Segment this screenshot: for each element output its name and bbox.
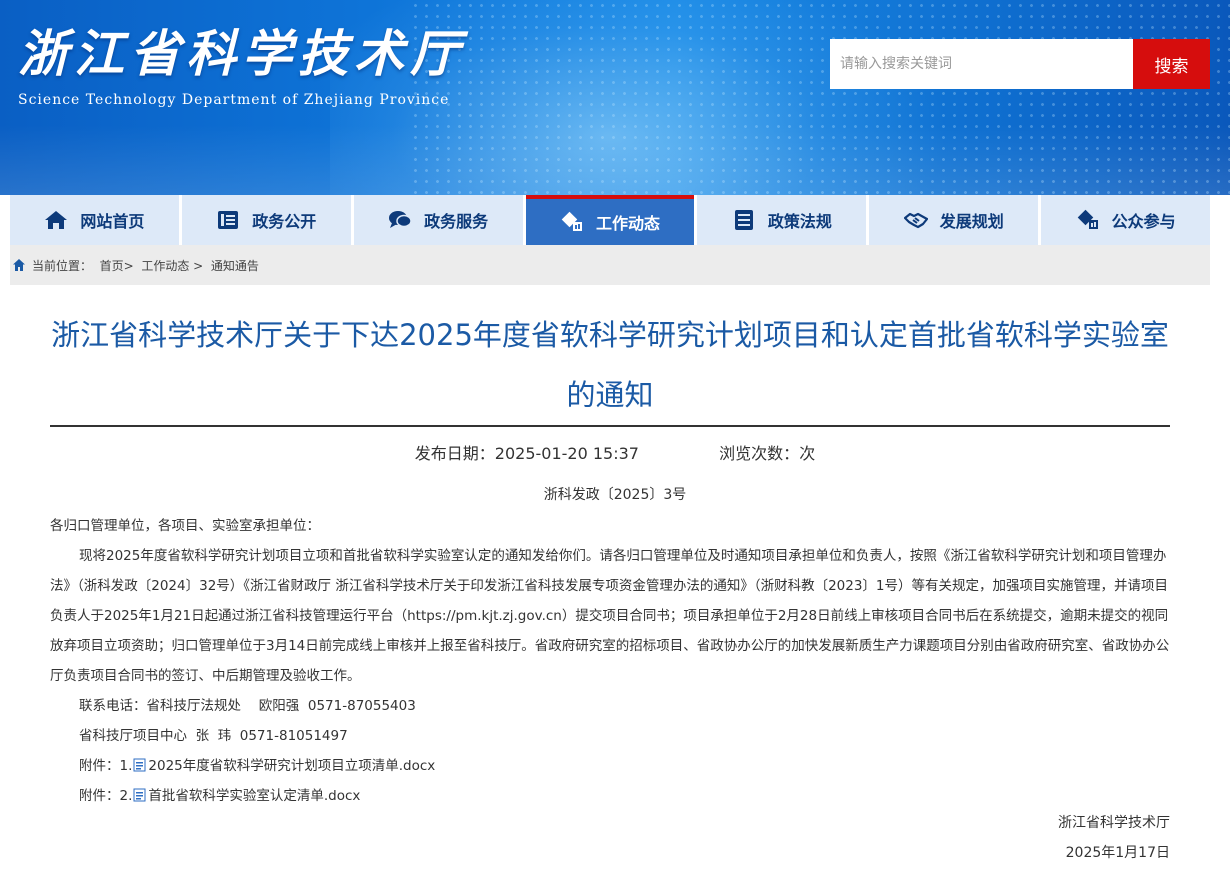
search-input[interactable] [830, 39, 1134, 89]
attachment-prefix: 附件：1. [79, 758, 133, 774]
view-count: 次 [799, 444, 816, 463]
nav-item-label: 政务公开 [252, 212, 317, 231]
doc-file-icon [133, 758, 146, 772]
home-icon [13, 259, 25, 271]
attachment-link[interactable]: 2025年度省软科学研究计划项目立项清单.docx [148, 758, 435, 774]
signer: 浙江省科学技术厅 [1058, 815, 1170, 831]
breadcrumb-current[interactable]: 通知通告 [211, 257, 259, 274]
contact-line-2: 省科技厅项目中心 张 玮 0571-81051497 [79, 728, 348, 744]
document-number: 浙科发政〔2025〕3号 [543, 487, 687, 503]
signature-block: 浙江省科学技术厅 2025年1月17日 [1058, 808, 1170, 868]
home-icon [45, 211, 68, 229]
site-logo-en: Science Technology Department of Zhejian… [18, 92, 450, 108]
publish-date-label: 发布日期： [414, 444, 495, 463]
body-paragraph: 现将2025年度省软科学研究计划项目立项和首批省软科学实验室认定的通知发给你们。… [50, 548, 1170, 684]
view-count-label: 浏览次数： [719, 444, 800, 463]
article-title: 浙江省科学技术厅关于下达2025年度省软科学研究计划项目和认定首批省软科学实验室… [51, 318, 1169, 412]
breadcrumb-link-home[interactable]: 首页> [100, 257, 134, 274]
nav-item-public-participation[interactable]: 公众参与 [1041, 195, 1211, 245]
nav-item-policies[interactable]: 政策法规 [697, 195, 867, 245]
site-logo-cn[interactable]: 浙江省科学技术厅 [18, 14, 466, 86]
list-icon [734, 210, 753, 230]
title-divider [50, 425, 1170, 427]
main-nav: 网站首页 政务公开 政务服务 工作动态 政策法规 发展规划 公众参与 [10, 195, 1211, 245]
nav-item-label: 政策法规 [767, 212, 832, 231]
attachment-1: 附件：1. 2025年度省软科学研究计划项目立项清单.docx [50, 751, 1170, 781]
nav-item-label: 公众参与 [1111, 212, 1176, 231]
diamond-chart-icon [1077, 209, 1098, 229]
document-list-icon [218, 211, 239, 229]
site-banner: 浙江省科学技术厅 Science Technology Department o… [0, 0, 1230, 195]
doc-file-icon [133, 788, 146, 802]
nav-item-label: 政务服务 [424, 212, 489, 231]
nav-item-gov-services[interactable]: 政务服务 [353, 195, 523, 245]
chat-bubbles-icon [389, 211, 412, 228]
diamond-chart-icon [561, 211, 582, 231]
nav-item-label: 工作动态 [596, 214, 661, 233]
nav-item-home[interactable]: 网站首页 [10, 195, 179, 245]
contact-line-1: 联系电话：省科技厅法规处 欧阳强 0571-87055403 [79, 698, 416, 714]
attachment-link[interactable]: 首批省软科学实验室认定清单.docx [148, 788, 360, 804]
attachment-2: 附件：2. 首批省软科学实验室认定清单.docx [50, 781, 1170, 811]
breadcrumb-link-work-news[interactable]: 工作动态 > [141, 257, 203, 274]
nav-item-label: 网站首页 [80, 212, 145, 231]
nav-item-work-news[interactable]: 工作动态 [525, 195, 695, 245]
attachment-prefix: 附件：2. [79, 788, 133, 804]
nav-item-gov-affairs[interactable]: 政务公开 [181, 195, 351, 245]
nav-item-label: 发展规划 [939, 212, 1004, 231]
article-meta: 发布日期：2025-01-20 15:37 浏览次数：次 [0, 440, 1230, 464]
breadcrumb: 当前位置： 首页> 工作动态 > 通知通告 [10, 245, 1210, 285]
nav-item-development-plan[interactable]: 发展规划 [869, 195, 1039, 245]
breadcrumb-prefix: 当前位置： [32, 258, 93, 273]
sign-date: 2025年1月17日 [1065, 845, 1170, 861]
search-button[interactable]: 搜索 [1133, 39, 1210, 89]
handshake-icon [903, 212, 928, 229]
article-body: 各归口管理单位，各项目、实验室承担单位： 现将2025年度省软科学研究计划项目立… [50, 511, 1170, 811]
salutation: 各归口管理单位，各项目、实验室承担单位： [50, 518, 320, 534]
banner-wave [0, 125, 1230, 195]
publish-date: 2025-01-20 15:37 [494, 444, 639, 463]
